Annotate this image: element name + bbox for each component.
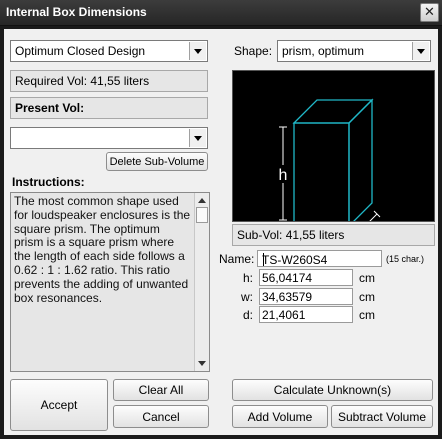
shape-select[interactable]: prism, optimum bbox=[277, 40, 431, 62]
clear-all-button[interactable]: Clear All bbox=[113, 379, 209, 401]
h-field[interactable]: 56,04174 bbox=[259, 269, 353, 286]
accept-button[interactable]: Accept bbox=[10, 379, 108, 431]
dialog-body: Optimum Closed Design Required Vol: 41,5… bbox=[4, 29, 438, 435]
subtract-volume-button[interactable]: Subtract Volume bbox=[331, 405, 433, 428]
h-field-value: 56,04174 bbox=[262, 271, 313, 285]
chevron-down-icon[interactable] bbox=[189, 42, 206, 60]
d-unit: cm bbox=[359, 308, 375, 322]
calculate-unknowns-button[interactable]: Calculate Unknown(s) bbox=[232, 379, 433, 401]
chevron-down-icon[interactable] bbox=[412, 42, 429, 60]
instructions-text: The most common shape used for loudspeak… bbox=[14, 194, 191, 305]
required-vol-panel: Required Vol: 41,55 liters bbox=[10, 70, 208, 92]
present-vol-label: Present Vol: bbox=[15, 101, 85, 115]
required-vol-text: Required Vol: 41,55 liters bbox=[15, 74, 150, 88]
cancel-button[interactable]: Cancel bbox=[113, 405, 209, 428]
d-field-label: d: bbox=[243, 308, 254, 322]
window-title: Internal Box Dimensions bbox=[6, 5, 147, 19]
w-field[interactable]: 34,63579 bbox=[259, 288, 353, 305]
sub-vol-text: Sub-Vol: 41,55 liters bbox=[237, 228, 345, 242]
name-char-hint: (15 char.) bbox=[386, 254, 425, 264]
box-front-face bbox=[293, 122, 350, 227]
instructions-scrollbar[interactable] bbox=[194, 193, 209, 371]
scroll-up-icon[interactable] bbox=[196, 194, 208, 207]
shape-select-value: prism, optimum bbox=[282, 44, 365, 58]
box-side-face bbox=[348, 98, 373, 228]
shape-preview: h w d bbox=[232, 70, 435, 251]
h-label: h bbox=[279, 167, 288, 184]
sub-vol-panel: Sub-Vol: 41,55 liters bbox=[232, 224, 435, 246]
h-unit: cm bbox=[359, 271, 375, 285]
title-bar: Internal Box Dimensions ✕ bbox=[0, 0, 442, 26]
instructions-box: The most common shape used for loudspeak… bbox=[10, 192, 210, 372]
present-vol-panel: Present Vol: bbox=[10, 97, 208, 119]
delete-subvolume-button[interactable]: Delete Sub-Volume bbox=[106, 152, 208, 171]
scroll-down-icon[interactable] bbox=[196, 357, 208, 370]
text-caret bbox=[263, 253, 264, 266]
close-button[interactable]: ✕ bbox=[420, 3, 439, 22]
subvolume-select[interactable] bbox=[10, 127, 208, 149]
design-select-value: Optimum Closed Design bbox=[15, 44, 146, 58]
name-field[interactable]: TS-W260S4 bbox=[257, 250, 382, 267]
w-unit: cm bbox=[359, 290, 375, 304]
chevron-down-icon[interactable] bbox=[189, 129, 206, 147]
instructions-label: Instructions: bbox=[12, 175, 85, 189]
box-dimension-diagram-icon: h w d bbox=[275, 98, 381, 251]
design-select[interactable]: Optimum Closed Design bbox=[10, 40, 208, 62]
shape-label: Shape: bbox=[234, 44, 273, 58]
add-volume-button[interactable]: Add Volume bbox=[232, 405, 328, 428]
name-label: Name: bbox=[219, 252, 255, 266]
d-field-value: 21,4061 bbox=[262, 308, 306, 322]
h-field-label: h: bbox=[243, 271, 254, 285]
w-field-label: w: bbox=[241, 290, 253, 304]
w-field-value: 34,63579 bbox=[262, 290, 313, 304]
scroll-thumb[interactable] bbox=[196, 207, 208, 223]
d-field[interactable]: 21,4061 bbox=[259, 306, 353, 323]
name-field-value: TS-W260S4 bbox=[262, 253, 328, 267]
